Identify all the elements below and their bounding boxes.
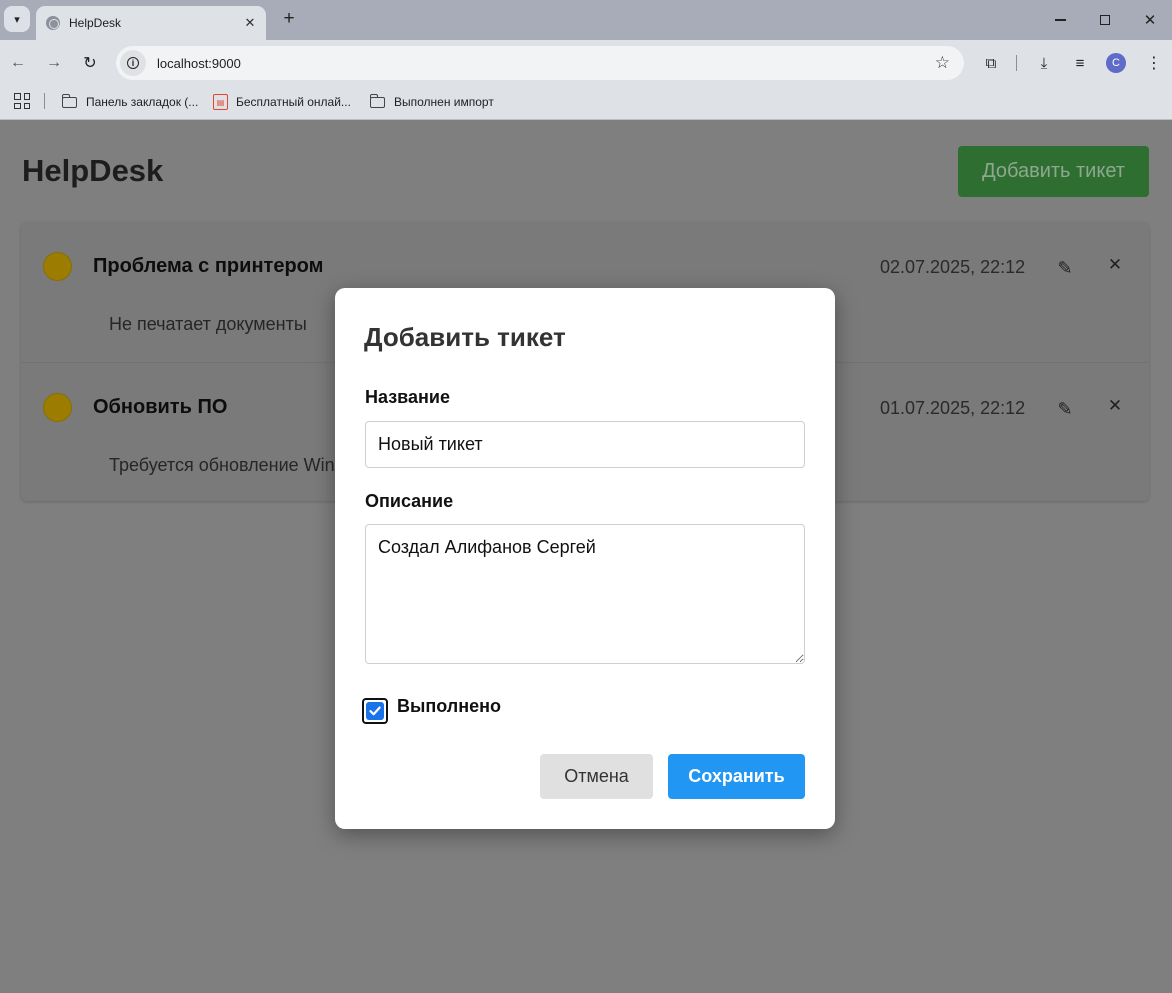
status-indicator[interactable] [43, 252, 72, 281]
new-tab-button[interactable]: + [278, 9, 300, 31]
bookmark-item[interactable]: ▤ Бесплатный онлай... [213, 92, 351, 112]
address-bar[interactable]: i localhost:9000 ☆ [116, 46, 964, 80]
app-title: HelpDesk [22, 153, 164, 188]
globe-icon [46, 16, 60, 30]
bookmark-label: Выполнен импорт [394, 95, 494, 109]
pencil-icon[interactable]: ✎ [1053, 256, 1077, 280]
add-ticket-button[interactable]: Добавить тикет [958, 146, 1149, 197]
tab-title: HelpDesk [69, 16, 122, 30]
more-menu-icon[interactable]: ⋮ [1142, 51, 1166, 75]
media-control-icon[interactable]: ≡ [1068, 51, 1092, 75]
browser-tab[interactable]: HelpDesk ✕ [36, 6, 266, 40]
maximize-icon [1100, 15, 1110, 25]
folder-icon [61, 93, 77, 108]
delete-icon[interactable]: ✕ [1103, 253, 1127, 277]
minimize-button[interactable] [1048, 8, 1072, 32]
ticket-title: Обновить ПО [93, 396, 228, 418]
bookmark-item[interactable]: Панель закладок (... [61, 92, 199, 112]
bookmarks-divider [44, 93, 45, 109]
download-icon[interactable]: ⤓ [1032, 51, 1056, 75]
ticket-title: Проблема с принтером [93, 255, 324, 277]
name-label: Название [365, 387, 450, 407]
profile-avatar[interactable]: C [1106, 53, 1126, 73]
ticket-description: Не печатает документы [109, 314, 307, 334]
address-url[interactable]: localhost:9000 [157, 56, 935, 71]
ticket-date: 01.07.2025, 22:12 [880, 398, 1026, 418]
bookmark-star-icon[interactable]: ☆ [935, 53, 950, 73]
bookmark-label: Бесплатный онлай... [236, 95, 351, 109]
cancel-button[interactable]: Отмена [540, 754, 653, 799]
save-button[interactable]: Сохранить [668, 754, 805, 799]
description-textarea[interactable]: Создал Алифанов Сергей [365, 524, 805, 664]
apps-grid-icon[interactable] [14, 93, 30, 109]
toolbar-divider [1016, 55, 1017, 71]
site-info-button[interactable]: i [120, 50, 146, 76]
bookmarks-bar: Панель закладок (... ▤ Бесплатный онлай.… [0, 86, 1172, 120]
maximize-button[interactable] [1093, 8, 1117, 32]
close-tab-icon[interactable]: ✕ [240, 13, 260, 33]
delete-icon[interactable]: ✕ [1103, 394, 1127, 418]
modal-title: Добавить тикет [364, 322, 566, 352]
tab-search-button[interactable]: ▾ [4, 6, 30, 32]
browser-toolbar: ← → ↻ i localhost:9000 ☆ ⧉ ⤓ ≡ C ⋮ [0, 40, 1172, 86]
close-window-button[interactable]: ✕ [1138, 8, 1162, 32]
description-label: Описание [365, 491, 454, 511]
extensions-icon[interactable]: ⧉ [979, 51, 1003, 75]
ticket-date: 02.07.2025, 22:12 [880, 257, 1026, 277]
name-input[interactable] [365, 421, 805, 468]
pencil-icon[interactable]: ✎ [1053, 397, 1077, 421]
checkmark-icon [369, 706, 381, 716]
minimize-icon [1054, 19, 1066, 21]
pdf-icon: ▤ [213, 94, 228, 110]
bookmark-item[interactable]: Выполнен импорт [369, 92, 494, 112]
reload-icon[interactable]: ↻ [79, 52, 101, 74]
forward-arrow-icon[interactable]: → [43, 52, 65, 74]
done-checkbox[interactable] [362, 698, 388, 724]
browser-tab-strip: ▾ HelpDesk ✕ + ✕ [0, 0, 1172, 40]
done-label[interactable]: Выполнено [397, 696, 501, 717]
folder-icon [369, 93, 385, 108]
checkbox-checked [366, 702, 384, 720]
back-arrow-icon[interactable]: ← [7, 52, 29, 74]
status-indicator[interactable] [43, 393, 72, 422]
bookmark-label: Панель закладок (... [86, 95, 199, 109]
ticket-description: Требуется обновление Win [109, 455, 335, 475]
add-ticket-modal: Добавить тикет Название Описание Создал … [335, 288, 835, 829]
info-icon: i [127, 57, 139, 69]
